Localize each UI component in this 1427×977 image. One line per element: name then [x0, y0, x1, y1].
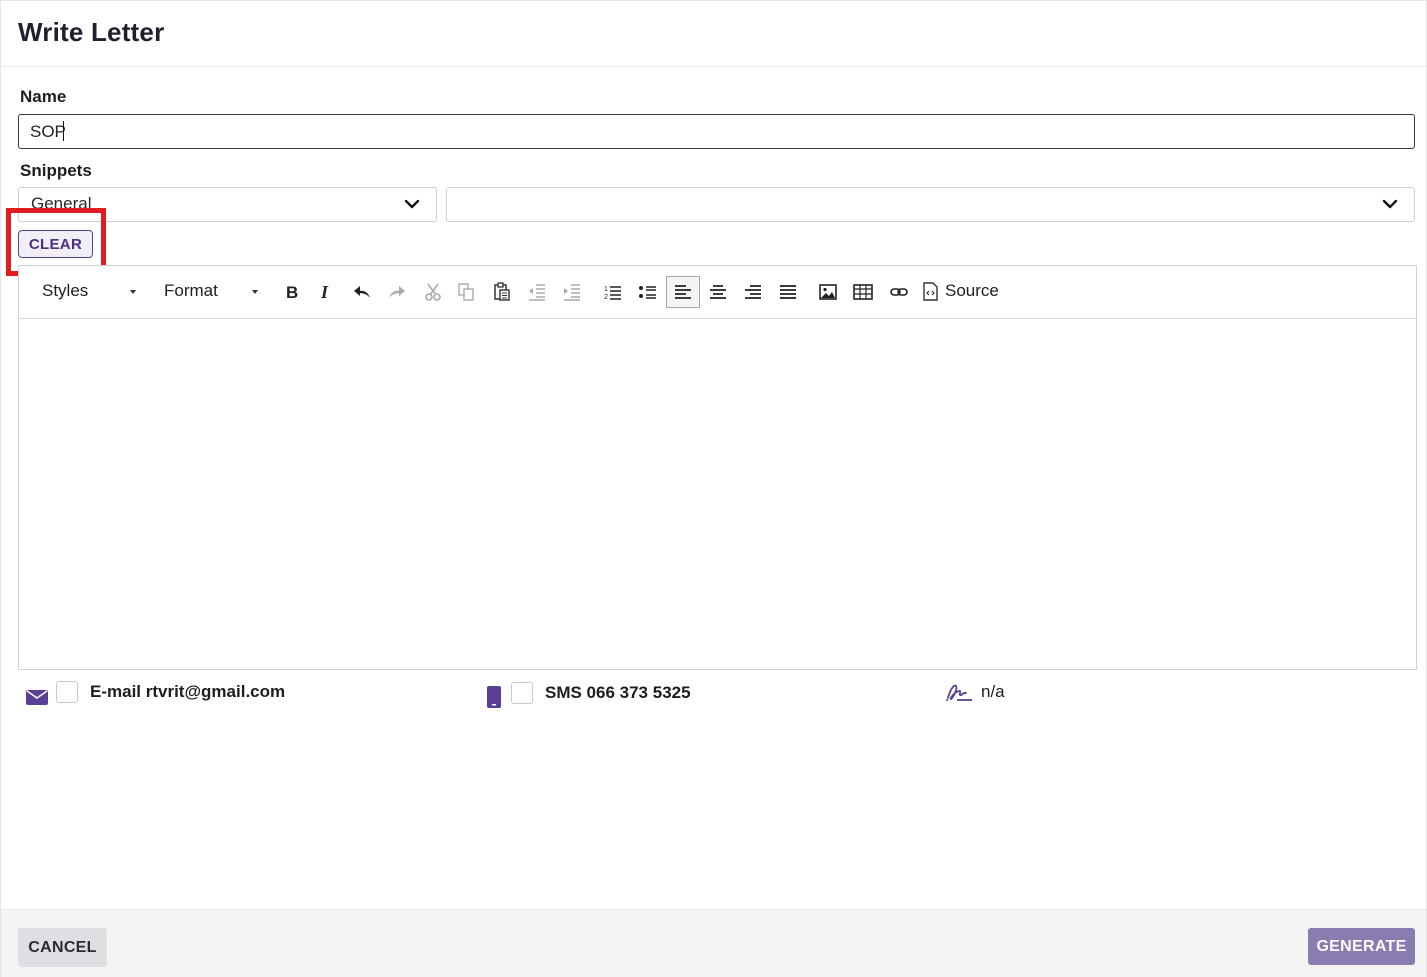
source-button[interactable]: Source [922, 281, 999, 301]
text-caret [63, 121, 64, 141]
outdent-icon[interactable] [524, 279, 550, 305]
email-label: E-mail rtvrit@gmail.com [90, 682, 286, 701]
sms-checkbox[interactable] [511, 682, 533, 704]
sms-label: SMS 066 373 5325 [545, 683, 691, 702]
svg-text:I: I [320, 282, 329, 302]
format-dropdown[interactable]: Format [164, 281, 218, 301]
cut-icon[interactable] [420, 279, 446, 305]
envelope-icon [26, 690, 48, 705]
signature-contact: n/a [945, 682, 1005, 702]
styles-dropdown[interactable]: Styles [42, 281, 88, 301]
numbered-list-icon[interactable]: 12 [600, 279, 626, 305]
align-right-icon[interactable] [740, 279, 766, 305]
svg-text:2: 2 [604, 294, 608, 301]
editor-content-area[interactable] [19, 319, 1416, 669]
indent-icon[interactable] [559, 279, 585, 305]
source-icon [923, 281, 938, 301]
source-label: Source [945, 281, 999, 300]
snippet-select[interactable] [446, 187, 1415, 222]
editor-toolbar: Styles Format B I 1 2 Source [19, 266, 1416, 319]
bold-icon[interactable]: B [279, 279, 305, 305]
name-label: Name [20, 87, 67, 106]
email-checkbox[interactable] [56, 681, 78, 703]
undo-icon[interactable] [349, 279, 375, 305]
justify-icon[interactable] [775, 279, 801, 305]
mobile-phone-icon [487, 686, 501, 708]
format-dropdown-arrow-icon[interactable] [252, 290, 258, 294]
name-input[interactable] [18, 114, 1415, 149]
link-icon[interactable] [886, 279, 912, 305]
redo-icon[interactable] [384, 279, 410, 305]
styles-dropdown-arrow-icon[interactable] [130, 290, 136, 294]
email-contact: E-mail rtvrit@gmail.com [26, 678, 285, 706]
copy-icon[interactable] [453, 279, 479, 305]
signature-icon [946, 684, 972, 701]
svg-text:B: B [286, 283, 298, 302]
dialog-footer: CANCEL GENERATE [1, 909, 1426, 977]
svg-text:1: 1 [604, 286, 608, 293]
generate-button[interactable]: GENERATE [1308, 928, 1415, 965]
dialog-title: Write Letter [18, 17, 165, 47]
image-icon[interactable] [815, 279, 841, 305]
dialog-header: Write Letter [1, 1, 1426, 67]
bulleted-list-icon[interactable] [635, 279, 661, 305]
chevron-down-icon [1382, 199, 1398, 209]
table-icon[interactable] [850, 279, 876, 305]
rich-text-editor: Styles Format B I 1 2 Source [18, 265, 1417, 670]
cancel-button[interactable]: CANCEL [18, 928, 107, 967]
signature-label: n/a [981, 682, 1005, 701]
snippets-label: Snippets [20, 161, 92, 180]
write-letter-dialog: Write Letter Name Snippets General CLEAR… [0, 0, 1427, 977]
sms-contact: SMS 066 373 5325 [487, 678, 691, 708]
chevron-down-icon [404, 199, 420, 209]
italic-icon[interactable]: I [312, 279, 338, 305]
align-center-icon[interactable] [705, 279, 731, 305]
paste-icon[interactable] [489, 279, 515, 305]
align-left-icon[interactable] [666, 276, 700, 308]
